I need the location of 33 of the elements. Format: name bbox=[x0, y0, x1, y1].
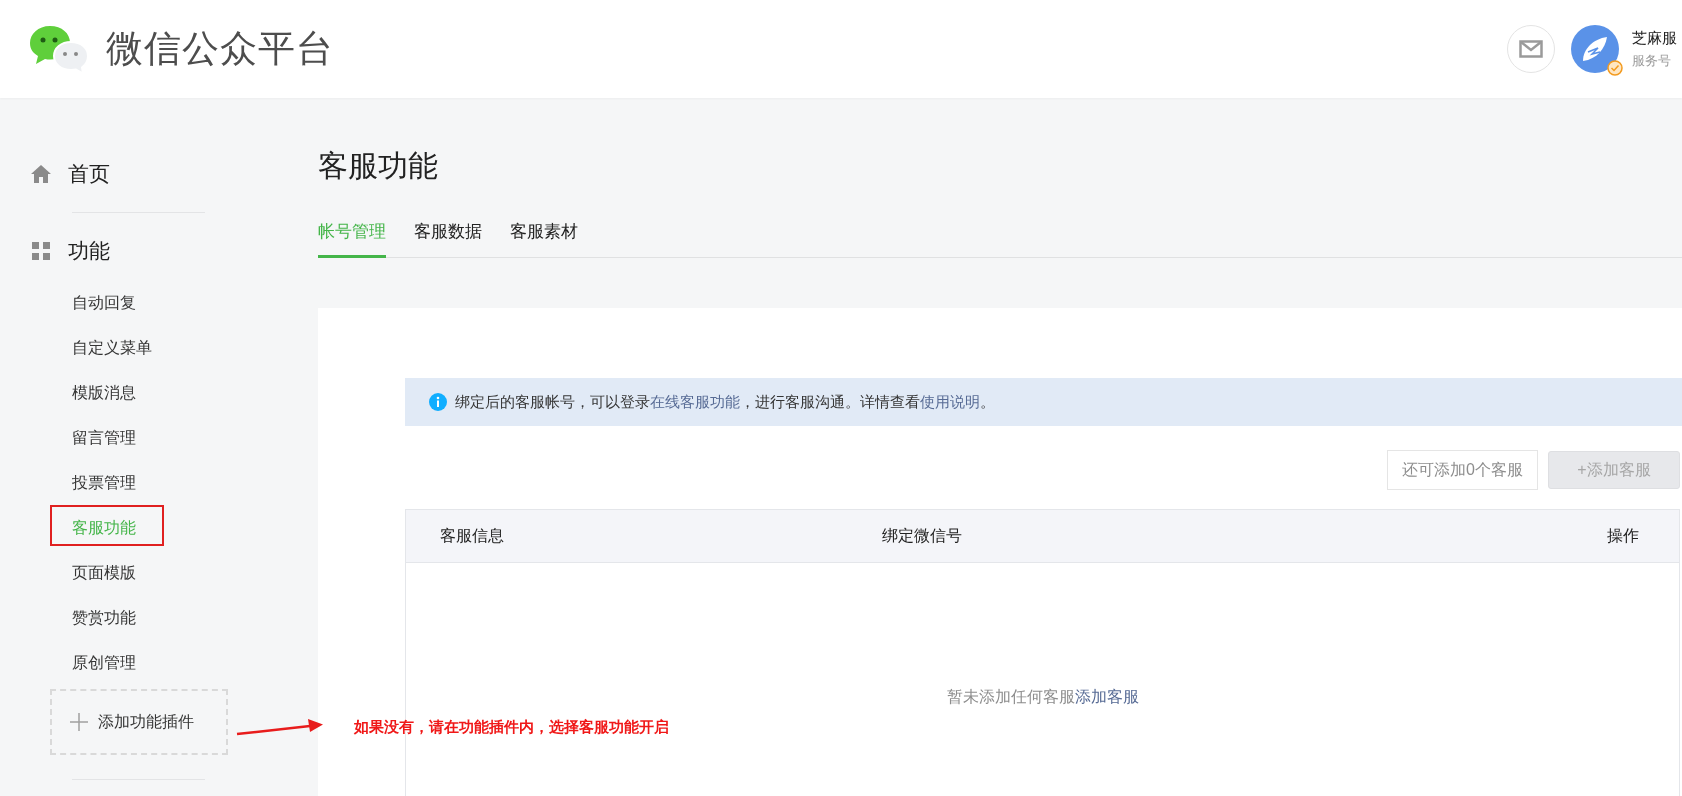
sidebar-item[interactable]: 模版消息 bbox=[50, 370, 164, 411]
sidebar-item[interactable]: 自动回复 bbox=[50, 280, 164, 321]
account-type: 服务号 bbox=[1632, 51, 1672, 70]
help-link[interactable]: 在线客服功能 bbox=[650, 392, 740, 410]
platform-title: 微信公众平台 bbox=[106, 27, 334, 71]
info-icon bbox=[429, 393, 447, 411]
column-header: 客服信息 bbox=[440, 525, 505, 546]
column-header: 操作 bbox=[1607, 525, 1639, 546]
empty-message: 暂未添加任何客服添加客服 bbox=[945, 687, 1140, 707]
nav-section-link[interactable]: 首页 bbox=[68, 160, 110, 188]
sidebar-item[interactable]: 原创管理 bbox=[50, 640, 164, 681]
quota-label: 还可添加0个客服 bbox=[1387, 450, 1538, 490]
sidebar-item[interactable]: 自定义菜单 bbox=[50, 325, 180, 366]
sidebar-item[interactable]: 投票管理 bbox=[50, 460, 164, 501]
help-link[interactable]: 使用说明 bbox=[920, 392, 980, 410]
sidebar-item[interactable]: 赞赏功能 bbox=[50, 595, 164, 636]
nav-section-link[interactable]: 功能 bbox=[68, 237, 110, 265]
sidebar-item[interactable]: 留言管理 bbox=[50, 415, 164, 456]
grid-icon bbox=[32, 242, 50, 260]
sidebar-item[interactable]: 页面模版 bbox=[50, 550, 164, 591]
add-agent-link[interactable]: 添加客服 bbox=[1074, 688, 1139, 705]
tab[interactable]: 客服素材 bbox=[510, 212, 578, 258]
avatar-icon[interactable] bbox=[1571, 25, 1619, 73]
page-title: 客服功能 bbox=[318, 148, 439, 184]
notice-text: 绑定后的客服帐号，可以登录在线客服功能，进行客服沟通。详情查看使用说明。 bbox=[455, 392, 995, 412]
envelope-icon bbox=[1519, 40, 1543, 58]
plus-icon bbox=[70, 713, 88, 731]
account-name: 芝麻服 bbox=[1632, 28, 1678, 48]
home-icon bbox=[30, 164, 52, 184]
tab[interactable]: 客服数据 bbox=[414, 212, 482, 258]
column-header: 绑定微信号 bbox=[882, 525, 963, 546]
annotation-text: 如果没有，请在功能插件内，选择客服功能开启 bbox=[354, 718, 669, 737]
add-plugin-button[interactable]: 添加功能插件 bbox=[50, 689, 228, 755]
